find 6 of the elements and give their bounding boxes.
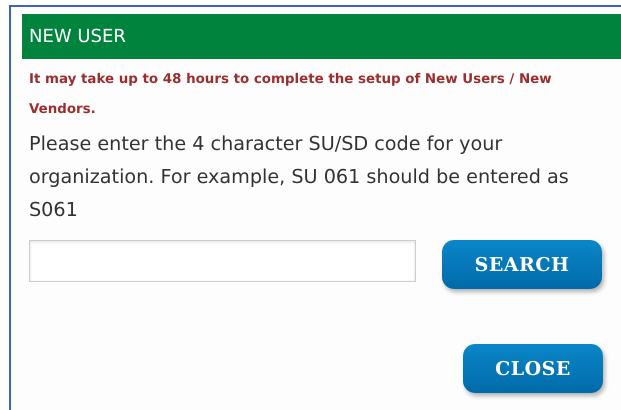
instructions-text: Please enter the 4 character SU/SD code for your organization. For example, SU 061 should be entered as S061 <box>29 131 569 223</box>
close-button[interactable]: CLOSE <box>463 344 603 393</box>
search-button[interactable]: SEARCH <box>442 240 602 289</box>
notice-text: It may take up to 48 hours to complete the setup of New Users / New Vendors. <box>29 71 553 119</box>
dialog-title: NEW USER <box>29 26 126 47</box>
code-input-field[interactable] <box>29 240 416 282</box>
